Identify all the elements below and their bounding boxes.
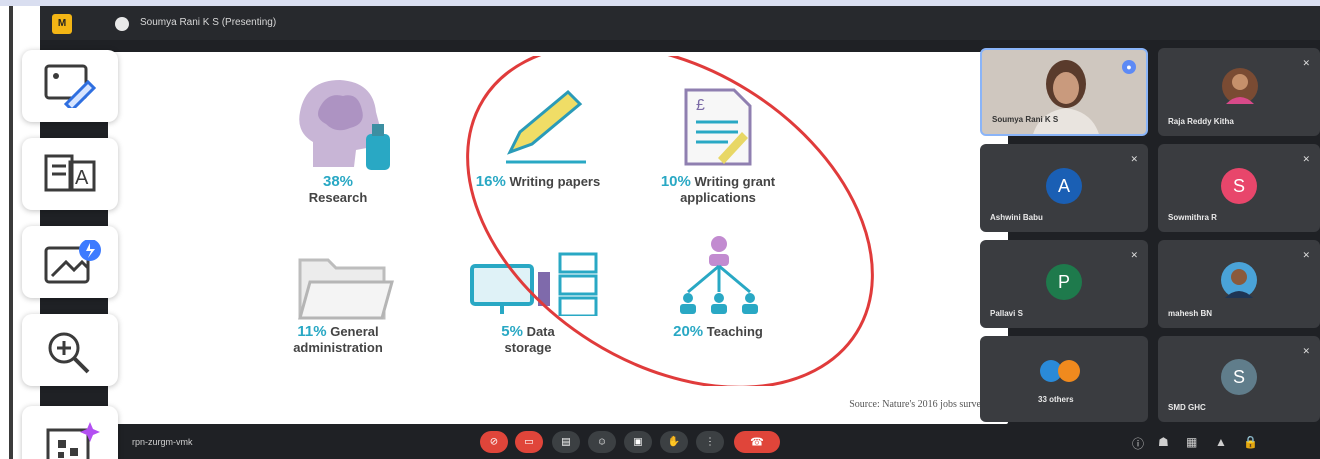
stat-label: Research: [308, 190, 368, 205]
participant-tile-pallavi[interactable]: P ✕ Pallavi S: [980, 240, 1148, 328]
mic-off-icon: ⊘: [489, 436, 499, 448]
folder-icon: [298, 258, 394, 320]
enhance-image-tool[interactable]: [22, 226, 118, 298]
mic-off-icon: ✕: [1130, 154, 1138, 164]
chat-icon[interactable]: ▦: [1186, 435, 1197, 449]
meeting-code: rpn-zurgm-vmk: [132, 437, 193, 447]
participant-name: Ashwini Babu: [990, 213, 1043, 222]
slide-source: Source: Nature's 2016 jobs survey: [849, 399, 986, 410]
participant-name: Raja Reddy Kitha: [1168, 117, 1234, 126]
presenter-avatar: [115, 17, 129, 31]
hand-icon: ✋: [667, 436, 681, 448]
camera-toggle-button[interactable]: ▭: [515, 431, 543, 453]
stat-general-admin: 11% General administration: [268, 324, 408, 356]
mic-off-icon: ✕: [1302, 346, 1310, 356]
participant-avatar: S: [1221, 168, 1257, 205]
participant-avatar: A: [1046, 168, 1082, 205]
qr-scan-icon: [46, 422, 100, 459]
captions-button[interactable]: ▤: [552, 431, 580, 453]
participant-tile-sowmithra[interactable]: S ✕ Sowmithra R: [1158, 144, 1320, 232]
zoom-in-icon: [48, 332, 90, 374]
participant-photo: [1221, 262, 1257, 298]
emoji-icon: ☺: [596, 436, 608, 448]
group-avatar-2: [1058, 360, 1080, 382]
leave-call-button[interactable]: ☎: [734, 431, 780, 453]
presenter-video: [1033, 60, 1099, 134]
screen: M Soumya Rani K S (Presenting) £ 38% Res…: [0, 0, 1320, 459]
speaking-indicator-icon: ●: [1122, 60, 1136, 74]
mic-toggle-button[interactable]: ⊘: [480, 431, 508, 453]
image-tools-panel: A: [22, 50, 118, 459]
edit-image-tool[interactable]: [22, 50, 118, 122]
emoji-button[interactable]: ☺: [588, 431, 616, 453]
zoom-in-tool[interactable]: [22, 314, 118, 386]
image-edit-icon: [44, 64, 96, 108]
participant-tile-smd[interactable]: S ✕ SMD GHC: [1158, 336, 1320, 422]
meeting-controls-bar: rpn-zurgm-vmk ⊘ ▭ ▤ ☺ ▣ ✋ ⋮ ☎ ⓘ ☗ ▦ ▲ 🔒: [40, 424, 1320, 459]
svg-text:A: A: [75, 167, 89, 189]
meeting-window: M Soumya Rani K S (Presenting) £ 38% Res…: [40, 6, 1320, 459]
red-ellipse-annotation: [466, 56, 874, 386]
mic-off-icon: ✕: [1302, 154, 1310, 164]
raise-hand-button[interactable]: ✋: [660, 431, 688, 453]
mic-off-icon: ✕: [1130, 250, 1138, 260]
stat-percent: 38%: [322, 173, 354, 190]
meeting-top-bar: M Soumya Rani K S (Presenting): [40, 6, 1320, 40]
mic-off-icon: ✕: [1302, 58, 1310, 68]
participant-tile-presenter[interactable]: ● Soumya Rani K S: [980, 48, 1148, 136]
brain-head-icon: [299, 80, 390, 170]
participant-avatar: P: [1046, 264, 1082, 301]
activities-icon[interactable]: ▲: [1215, 435, 1227, 449]
presenter-title: Soumya Rani K S (Presenting): [140, 17, 277, 28]
participant-name: Soumya Rani K S: [992, 115, 1059, 124]
participant-name: mahesh BN: [1168, 309, 1213, 318]
participant-name: SMD GHC: [1168, 403, 1206, 412]
people-icon[interactable]: ☗: [1158, 435, 1169, 449]
participant-tile-mahesh[interactable]: ✕ mahesh BN: [1158, 240, 1320, 328]
extract-text-tool[interactable]: A: [22, 138, 118, 210]
meet-logo-icon: M: [52, 14, 72, 34]
image-enhance-icon: [44, 240, 101, 284]
qr-scan-tool[interactable]: [22, 406, 118, 459]
participant-tile-raja[interactable]: ✕ Raja Reddy Kitha: [1158, 48, 1320, 136]
participant-name: Sowmithra R: [1168, 213, 1217, 222]
mic-off-icon: ✕: [1302, 250, 1310, 260]
captions-icon: ▤: [561, 436, 571, 448]
participant-name: Pallavi S: [990, 309, 1023, 318]
host-controls-icon[interactable]: 🔒: [1243, 435, 1258, 449]
text-extract-icon: A: [44, 154, 96, 192]
camera-off-icon: ▭: [524, 436, 534, 448]
stat-percent: 11%: [297, 323, 327, 340]
present-screen-icon: ▣: [633, 436, 643, 448]
end-call-icon: ☎: [750, 436, 764, 449]
stat-research: 38% Research: [278, 174, 398, 206]
left-edge-bar: [9, 6, 13, 459]
participant-name: 33 others: [1038, 395, 1074, 404]
participant-tile-ashwini[interactable]: A ✕ Ashwini Babu: [980, 144, 1148, 232]
info-icon[interactable]: ⓘ: [1132, 435, 1144, 452]
more-options-button[interactable]: ⋮: [696, 431, 724, 453]
participant-avatar: S: [1221, 359, 1257, 396]
shared-slide: £ 38% Research 16% Writing papers 10% Wr…: [108, 52, 1008, 424]
participant-photo: [1222, 68, 1258, 104]
more-vert-icon: ⋮: [705, 436, 715, 448]
participant-tile-others[interactable]: 33 others: [980, 336, 1148, 422]
present-button[interactable]: ▣: [624, 431, 652, 453]
